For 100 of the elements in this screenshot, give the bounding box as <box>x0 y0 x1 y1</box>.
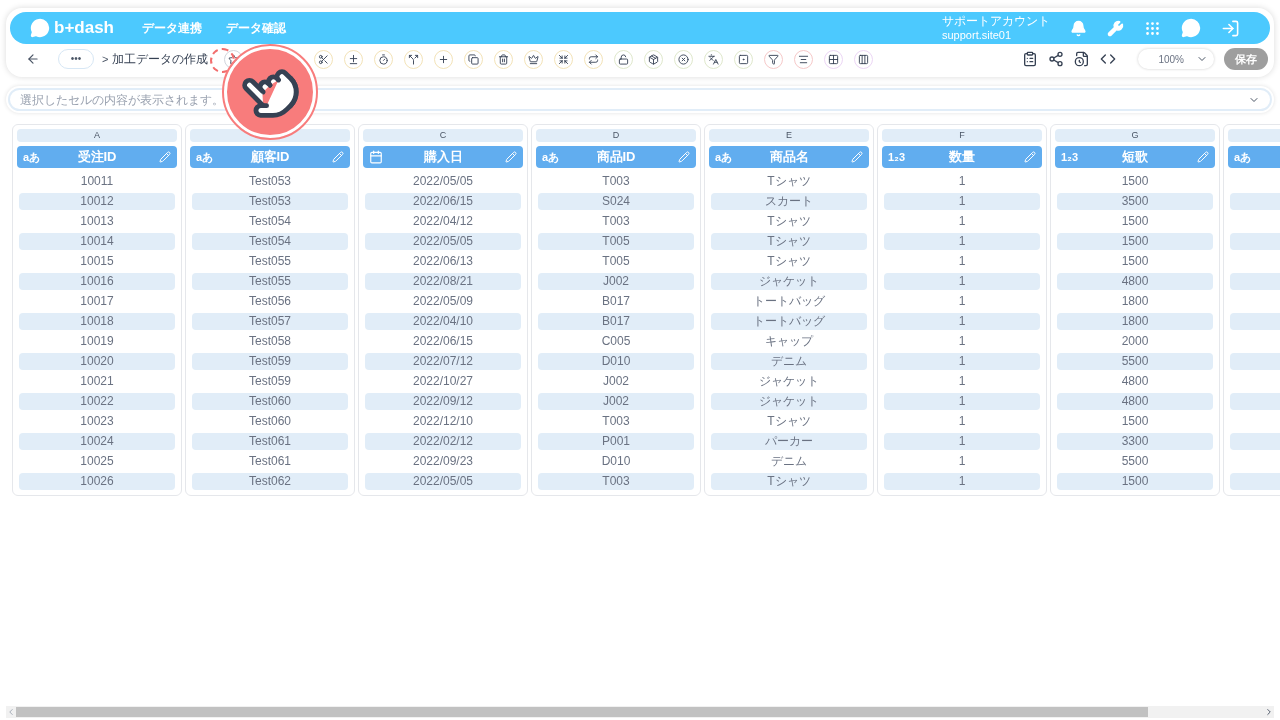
table-cell-text: 1800 <box>1120 292 1150 310</box>
table-cell-text: T003 <box>601 172 631 190</box>
column-name: 顧客ID <box>250 148 290 167</box>
clipboard-icon[interactable] <box>1022 51 1038 67</box>
table-cell: 2022/05/05 <box>365 232 521 250</box>
table-cell: トートバッグ <box>711 312 867 330</box>
code-icon[interactable] <box>1100 51 1116 67</box>
align-icon <box>798 53 810 65</box>
table-cell-text: D010 <box>600 452 632 470</box>
table-cell: 10014 <box>19 232 175 250</box>
table-cell-text: B017 <box>601 292 631 310</box>
account-name: サポートアカウント <box>942 14 1050 28</box>
table-cell: B017 <box>538 312 694 330</box>
table-cell: T003 <box>538 472 694 490</box>
table-cell-text: 10011 <box>79 172 115 190</box>
column-letter: E <box>709 129 869 142</box>
column-name: 商品名 <box>769 148 809 167</box>
table-cell: 10016 <box>19 272 175 290</box>
table-cell-text: 2022/06/13 <box>411 252 475 270</box>
column-header[interactable]: aあ 商品ID <box>536 146 696 168</box>
column-name: 短歌 <box>1122 148 1148 167</box>
table-cell: 10018 <box>19 312 175 330</box>
table-cell-text: Test054 <box>248 212 292 230</box>
table-cell: 1 <box>884 352 1040 370</box>
type-label: 1₂3 <box>1061 151 1079 163</box>
table-cell-text: Tシャツ <box>766 212 812 230</box>
lock-icon <box>618 53 630 65</box>
table-cell: スカート <box>711 192 867 210</box>
table-cell-text: Tシャツ <box>766 412 812 430</box>
table-cell: 4800 <box>1057 392 1213 410</box>
table-cell: 1 <box>884 472 1040 490</box>
account-id: support.site01 <box>942 28 1013 42</box>
table-cell: Test061 <box>192 432 348 450</box>
table-cell: 1800 <box>1057 312 1213 330</box>
table-cell-text: 1 <box>957 212 967 230</box>
shrink-icon <box>558 53 570 65</box>
zoom-select[interactable]: 100% <box>1138 49 1214 69</box>
table-cell: P001 <box>538 432 694 450</box>
table-cell-text: キャップ <box>764 332 815 350</box>
table-cell-text: T003 <box>601 212 631 230</box>
table-cell: Test059 <box>192 352 348 370</box>
columns-icon <box>858 53 870 65</box>
scrollbar-thumb[interactable] <box>16 707 1148 717</box>
logo[interactable]: b+dash <box>54 15 114 41</box>
package-icon <box>648 53 660 65</box>
horizontal-scrollbar[interactable] <box>6 706 1274 718</box>
table-cell-text: 10025 <box>79 452 115 470</box>
column-name: 商品ID <box>596 148 636 167</box>
breadcrumb-separator: > <box>102 51 109 67</box>
breadcrumb: 加工データの作成 <box>112 51 209 68</box>
table-cell-text: T005 <box>601 252 631 270</box>
table-cell: 10026 <box>19 472 175 490</box>
formula-field[interactable]: 選択したセルの内容が表示されます。 <box>8 88 1272 111</box>
table-cell-text: 2022/05/05 <box>411 172 475 190</box>
column-header[interactable]: 購入日 <box>363 146 523 168</box>
column-letter: C <box>363 129 523 142</box>
table-cell: Test055 <box>192 272 348 290</box>
table-cell-text: 1 <box>957 292 967 310</box>
square-icon <box>738 53 750 65</box>
column-header[interactable]: 1₂3 短歌 <box>1055 146 1215 168</box>
trash-icon <box>498 53 510 65</box>
table-cell-text: 1 <box>957 172 967 190</box>
table-cell: 2022/04/10 <box>365 312 521 330</box>
table-cell-text: J002 <box>602 372 630 390</box>
table-cell: 2022/06/15 <box>365 192 521 210</box>
table-cell: J002 <box>538 392 694 410</box>
table-cell: 1 <box>884 312 1040 330</box>
nav-link[interactable]: データ連携 <box>142 19 202 37</box>
table-cell: 2022/08/21 <box>365 272 521 290</box>
column-header[interactable]: aあ <box>1228 146 1280 168</box>
table-cell-text: 1500 <box>1120 212 1150 230</box>
translate-icon <box>708 53 720 65</box>
crown-button[interactable] <box>524 49 544 69</box>
file-history-icon[interactable] <box>1074 51 1090 67</box>
table-cell-text: 1 <box>957 452 967 470</box>
share-icon[interactable] <box>1048 51 1064 67</box>
scroll-right-icon[interactable] <box>1264 707 1274 717</box>
table-cell-text: デニム <box>770 452 808 470</box>
table-cell-text: Test061 <box>248 452 292 470</box>
table-cell-text: Test053 <box>248 172 292 190</box>
table-cell: 2022/09/12 <box>365 392 521 410</box>
table-cell: 1 <box>884 272 1040 290</box>
column-header[interactable]: aあ 顧客ID <box>190 146 350 168</box>
type-label: aあ <box>542 151 560 163</box>
table-cell-text: 2022/10/27 <box>411 372 475 390</box>
split-icon <box>408 53 420 65</box>
nav-link[interactable]: データ確認 <box>226 19 286 37</box>
column-header[interactable]: 1₂3 数量 <box>882 146 1042 168</box>
table-cell-text: Test059 <box>248 372 292 390</box>
table-cell-text: 10015 <box>79 252 115 270</box>
back-icon[interactable] <box>26 52 40 66</box>
table-cell-text: 10017 <box>79 292 115 310</box>
column-name: 受注ID <box>77 148 117 167</box>
formula-input[interactable]: 選択したセルの内容が表示されます。 <box>20 90 1248 109</box>
column-header[interactable]: aあ 受注ID <box>17 146 177 168</box>
table-cell-text: トートバッグ <box>752 292 826 310</box>
table-cell-text: 1 <box>957 332 967 350</box>
column-header[interactable]: aあ 商品名 <box>709 146 869 168</box>
column-name: 購入日 <box>423 148 463 167</box>
table-cell: ジャケット <box>711 392 867 410</box>
